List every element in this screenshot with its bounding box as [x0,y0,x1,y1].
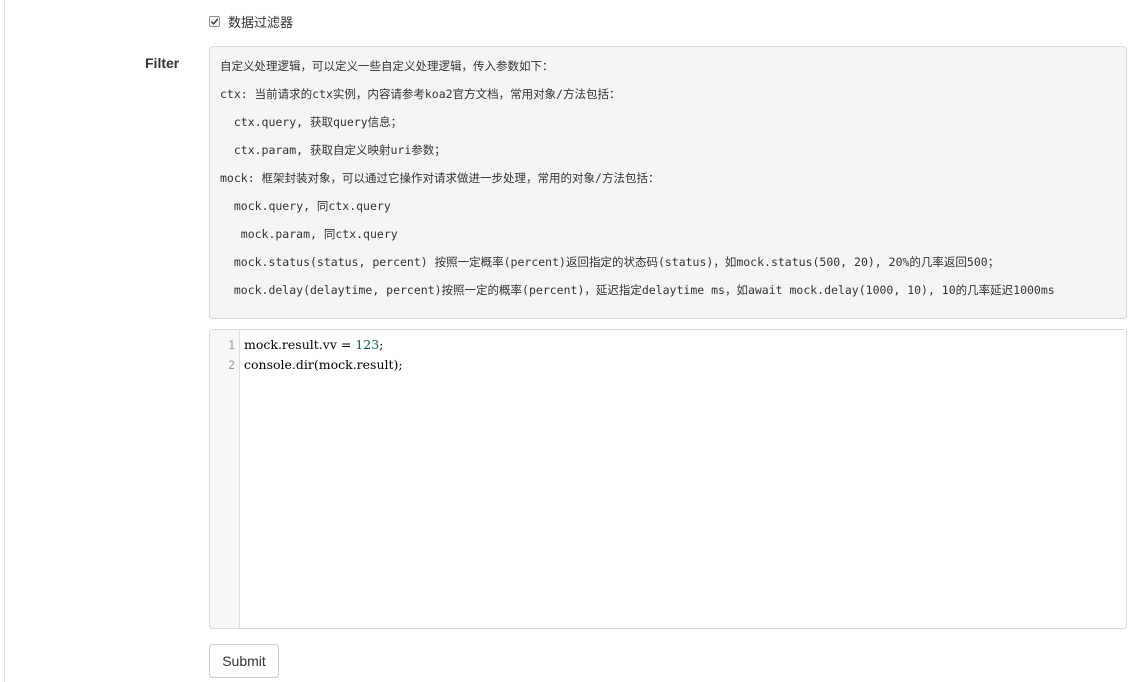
checkmark-icon [210,18,219,25]
filter-help-text: 自定义处理逻辑，可以定义一些自定义处理逻辑，传入参数如下： ctx: 当前请求的… [209,46,1127,319]
code-content[interactable]: mock.result.vv = 123; console.dir(mock.r… [240,330,1126,628]
filter-label: Filter [145,55,180,71]
page: 数据过滤器 Filter 自定义处理逻辑，可以定义一些自定义处理逻辑，传入参数如… [0,0,1142,682]
line-number: 1 [228,338,235,352]
code-line[interactable]: mock.result.vv = 123; [244,337,1126,357]
submit-button[interactable]: Submit [209,644,279,678]
data-filter-checkbox-row[interactable]: 数据过滤器 [209,12,293,30]
code-token: mock.result.vv = [244,337,356,352]
help-line: ctx.query, 获取query信息； [220,115,403,129]
code-editor[interactable]: 1 2 mock.result.vv = 123; console.dir(mo… [209,329,1127,629]
left-divider [4,0,5,682]
help-line: ctx.param, 获取自定义映射uri参数； [220,143,446,157]
help-line: mock: 框架封装对象，可以通过它操作对请求做进一步处理，常用的对象/方法包括… [220,171,660,185]
help-line: mock.delay(delaytime, percent)按照一定的概率(pe… [220,283,1055,297]
line-number-gutter: 1 2 [210,330,240,628]
help-line: mock.status(status, percent) 按照一定概率(perc… [220,255,1000,269]
code-line[interactable]: console.dir(mock.result); [244,357,1126,377]
line-number: 2 [228,358,235,372]
number-token: 123 [355,337,380,352]
data-filter-checkbox[interactable] [209,15,220,27]
data-filter-label: 数据过滤器 [228,14,294,30]
code-token: ; [379,337,384,352]
help-line: 自定义处理逻辑，可以定义一些自定义处理逻辑，传入参数如下： [220,59,554,73]
help-line: mock.param, 同ctx.query [220,227,398,241]
help-line: mock.query, 同ctx.query [220,199,391,213]
help-line: ctx: 当前请求的ctx实例，内容请参考koa2官方文档，常用对象/方法包括： [220,87,621,101]
